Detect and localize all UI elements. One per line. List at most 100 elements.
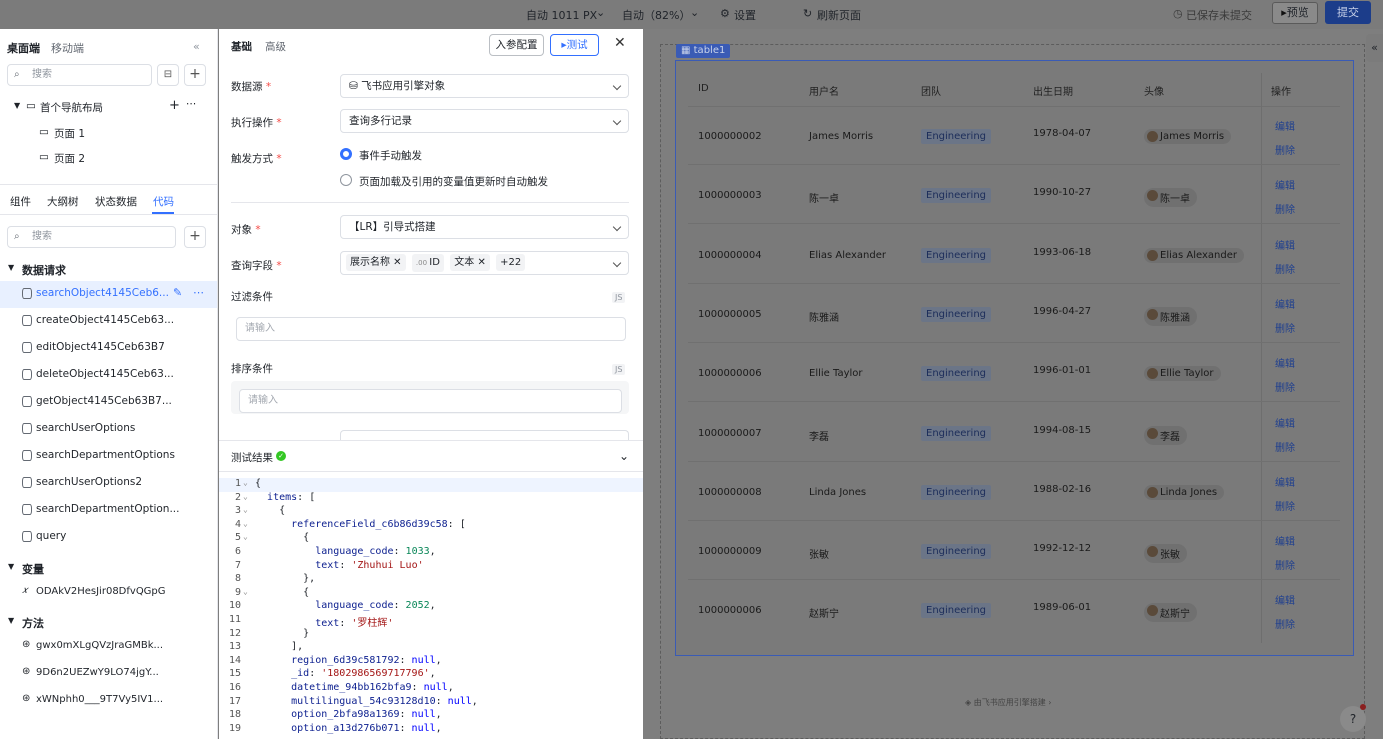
tab-desktop[interactable]: 桌面端 <box>7 40 40 56</box>
tab-code[interactable]: 代码 <box>153 194 174 209</box>
trigger-auto-option[interactable]: 页面加载及引用的变量值更新时自动触发 <box>359 174 548 189</box>
page-search-input[interactable]: ⌕ 搜索 <box>7 64 152 86</box>
caret-down-icon[interactable]: ▼ <box>8 562 14 571</box>
add-code-button[interactable]: + <box>184 226 206 248</box>
delete-link[interactable]: 删除 <box>1275 616 1295 631</box>
page-item[interactable]: 页面 1 <box>54 126 85 141</box>
submit-button[interactable]: 提交 <box>1325 1 1371 24</box>
table-row[interactable] <box>676 224 1352 283</box>
js-badge[interactable]: JS <box>612 292 626 303</box>
column-header[interactable]: 团队 <box>921 83 941 98</box>
object-select[interactable]: 【LR】引导式搭建 <box>340 215 629 239</box>
delete-link[interactable]: 删除 <box>1275 261 1295 276</box>
param-config-button[interactable]: 入参配置 <box>489 34 544 56</box>
add-page-button[interactable]: + <box>184 64 206 86</box>
datasource-select[interactable]: ⛁ 飞书应用引擎对象 <box>340 74 629 98</box>
tab-advanced[interactable]: 高级 <box>265 39 286 54</box>
edit-link[interactable]: 编辑 <box>1275 296 1295 311</box>
edit-link[interactable]: 编辑 <box>1275 474 1295 489</box>
request-item[interactable]: createObject4145Ceb63... <box>0 308 217 335</box>
delete-link[interactable]: 删除 <box>1275 142 1295 157</box>
page-settings-icon[interactable]: ⊟ <box>157 64 179 86</box>
tab-mobile[interactable]: 移动端 <box>51 40 84 56</box>
section-methods[interactable]: 方法 <box>22 615 44 631</box>
canvas-width-select[interactable]: 自动 1011 PX <box>526 7 597 23</box>
table-label[interactable]: ▦ table1 <box>676 44 731 58</box>
sort-input[interactable]: 请输入 <box>239 389 622 413</box>
fold-icon[interactable]: ⌄ <box>243 532 248 541</box>
preview-button[interactable]: ▸预览 <box>1272 2 1318 24</box>
request-item[interactable]: query <box>0 524 217 551</box>
tab-outline[interactable]: 大纲树 <box>47 194 79 209</box>
tab-basic[interactable]: 基础 <box>231 39 252 54</box>
table-row[interactable] <box>676 283 1352 342</box>
delete-link[interactable]: 删除 <box>1275 320 1295 335</box>
code-search-input[interactable]: ⌕ 搜索 <box>7 226 176 248</box>
request-item[interactable]: getObject4145Ceb63B7... <box>0 389 217 416</box>
caret-down-icon[interactable]: ▼ <box>8 263 14 272</box>
test-button[interactable]: ▸测试 <box>550 34 599 56</box>
collapse-icon[interactable]: « <box>193 40 200 53</box>
data-table[interactable]: ID 用户名 团队 出生日期 头像 操作 1000000002 James Morris Eng… <box>675 60 1354 656</box>
edit-icon[interactable]: ✎ <box>173 286 182 299</box>
variable-item[interactable]: ODAkV2HesJir08DfvQGpG <box>36 586 166 597</box>
column-header[interactable]: 操作 <box>1271 83 1291 98</box>
filter-input[interactable]: 请输入 <box>236 317 626 341</box>
more-icon[interactable]: ⋯ <box>193 286 204 299</box>
edit-link[interactable]: 编辑 <box>1275 118 1295 133</box>
code-viewer[interactable]: 1 ⌄{2 ⌄ items: [3 ⌄ {4 ⌄ referenceField_c6b8… <box>219 476 643 739</box>
collapse-right-icon[interactable]: « <box>1366 34 1383 62</box>
page-item[interactable]: 页面 2 <box>54 151 85 166</box>
settings-button[interactable]: 设置 <box>734 7 756 23</box>
js-badge[interactable]: JS <box>612 364 626 375</box>
fold-icon[interactable]: ⌄ <box>243 505 248 514</box>
request-item[interactable]: searchUserOptions <box>0 416 217 443</box>
add-icon[interactable]: + <box>169 98 180 113</box>
fold-icon[interactable]: ⌄ <box>243 519 248 528</box>
method-item[interactable]: 9D6n2UEZwY9LO74jgY... <box>36 667 159 678</box>
request-item[interactable]: searchDepartmentOptions <box>0 443 217 470</box>
refresh-page-button[interactable]: 刷新页面 <box>817 7 861 23</box>
request-item[interactable]: editObject4145Ceb63B7 <box>0 335 217 362</box>
delete-link[interactable]: 删除 <box>1275 201 1295 216</box>
edit-link[interactable]: 编辑 <box>1275 592 1295 607</box>
column-header[interactable]: 头像 <box>1144 83 1164 98</box>
fold-icon[interactable]: ⌄ <box>243 587 248 596</box>
method-item[interactable]: gwx0mXLgQVzJraGMBk... <box>36 640 163 651</box>
table-row[interactable] <box>676 579 1352 638</box>
caret-down-icon[interactable]: ▼ <box>8 616 14 625</box>
delete-link[interactable]: 删除 <box>1275 439 1295 454</box>
section-variables[interactable]: 变量 <box>22 561 44 577</box>
delete-link[interactable]: 删除 <box>1275 379 1295 394</box>
request-item[interactable]: searchDepartmentOption... <box>0 497 217 524</box>
next-field-select[interactable] <box>340 430 629 440</box>
tab-components[interactable]: 组件 <box>10 194 31 209</box>
radio-unselected[interactable] <box>340 174 352 186</box>
table-row[interactable] <box>676 164 1352 223</box>
table-row[interactable] <box>676 520 1352 579</box>
more-icon[interactable]: ⋯ <box>186 98 197 110</box>
table-row[interactable] <box>676 342 1352 401</box>
close-icon[interactable]: ✕ <box>614 35 626 51</box>
fold-icon[interactable]: ⌄ <box>243 492 248 501</box>
column-header[interactable]: ID <box>698 83 709 94</box>
request-item[interactable]: deleteObject4145Ceb63... <box>0 362 217 389</box>
nav-layout-item[interactable]: 首个导航布局 <box>40 100 103 115</box>
column-header[interactable]: 出生日期 <box>1033 83 1073 98</box>
zoom-select[interactable]: 自动（82%） <box>622 7 690 23</box>
action-select[interactable]: 查询多行记录 <box>340 109 629 133</box>
edit-link[interactable]: 编辑 <box>1275 533 1295 548</box>
table-row[interactable] <box>676 461 1352 520</box>
table-row[interactable] <box>676 402 1352 461</box>
delete-link[interactable]: 删除 <box>1275 557 1295 572</box>
edit-link[interactable]: 编辑 <box>1275 415 1295 430</box>
table-row[interactable] <box>676 105 1352 164</box>
edit-link[interactable]: 编辑 <box>1275 177 1295 192</box>
edit-link[interactable]: 编辑 <box>1275 355 1295 370</box>
delete-link[interactable]: 删除 <box>1275 498 1295 513</box>
trigger-manual-option[interactable]: 事件手动触发 <box>359 148 422 163</box>
section-data-requests[interactable]: 数据请求 <box>22 262 66 278</box>
radio-selected[interactable] <box>340 148 352 160</box>
chevron-down-icon[interactable]: ⌄ <box>619 449 629 463</box>
method-item[interactable]: xWNphh0___9T7Vy5IV1... <box>36 694 163 705</box>
